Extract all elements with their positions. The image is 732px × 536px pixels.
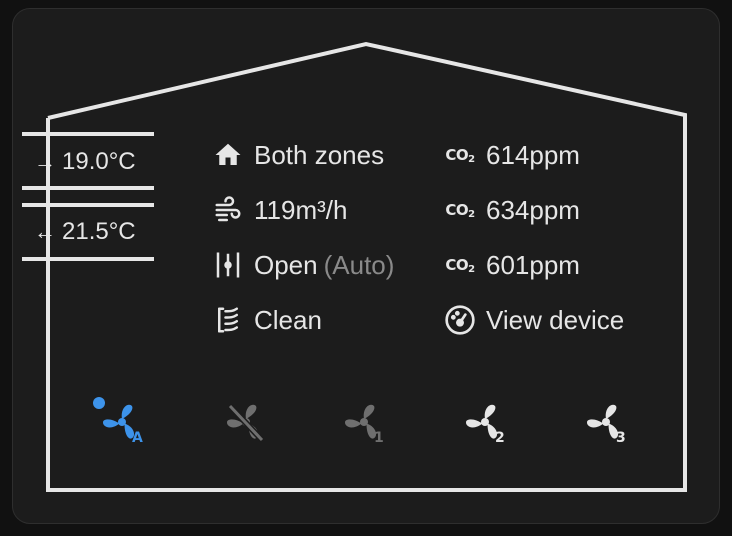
home-icon (212, 139, 244, 171)
gauge-icon (444, 304, 476, 336)
fan-mode-speed-2-button[interactable]: 2 (463, 396, 515, 448)
extract-temperature: ← 21.5°C (34, 212, 152, 252)
fan-mode-badge: 3 (616, 430, 626, 446)
airflow-label: 119m³/h (254, 194, 348, 225)
fan-mode-badge: A (132, 430, 143, 446)
co2-value: 614ppm (486, 139, 580, 170)
bypass-label: Open (254, 249, 318, 280)
supply-temperature: → 19.0°C (34, 142, 152, 182)
view-device-label: View device (486, 304, 625, 335)
co2-reading-2: CO2 634ppm (444, 190, 580, 230)
fan-off-icon (227, 403, 265, 443)
co2-icon: CO2 (445, 145, 475, 165)
co2-reading-1: CO2 614ppm (444, 135, 580, 175)
arrow-left-icon: ← (34, 219, 56, 244)
fan-mode-badge: 1 (374, 430, 384, 446)
airflow-status: 119m³/h (212, 190, 347, 230)
arrow-right-icon: → (34, 149, 56, 174)
bypass-status: Open (Auto) (212, 245, 394, 285)
extract-temperature-value: 21.5°C (62, 218, 136, 245)
fan-mode-off-button[interactable] (222, 396, 274, 448)
fan-mode-speed-3-button[interactable]: 3 (584, 396, 636, 448)
co2-icon: CO2 (445, 255, 475, 275)
zones-label: Both zones (254, 139, 385, 170)
fan-mode-badge: 2 (495, 430, 505, 446)
fan-mode-speed-1-button[interactable]: 1 (342, 396, 394, 448)
zones-status: Both zones (212, 135, 384, 175)
wind-icon (212, 194, 244, 226)
co2-icon: CO2 (445, 200, 475, 220)
filter-status: Clean (212, 300, 322, 340)
co2-value: 634ppm (486, 194, 580, 225)
filter-label: Clean (254, 304, 322, 335)
fan-icon (103, 404, 135, 439)
supply-temperature-value: 19.0°C (62, 148, 136, 175)
fan-mode-auto-button[interactable]: A (100, 396, 152, 448)
bypass-mode-label: (Auto) (323, 249, 395, 280)
fan-speed-2-icon (466, 404, 498, 439)
view-device-link[interactable]: View device (444, 300, 624, 340)
fan-speed-3-icon (587, 404, 619, 439)
co2-value: 601ppm (486, 249, 580, 280)
fan-speed-1-icon (345, 404, 377, 439)
co2-reading-3: CO2 601ppm (444, 245, 580, 285)
valve-icon (212, 249, 244, 281)
air-filter-icon (212, 304, 244, 336)
